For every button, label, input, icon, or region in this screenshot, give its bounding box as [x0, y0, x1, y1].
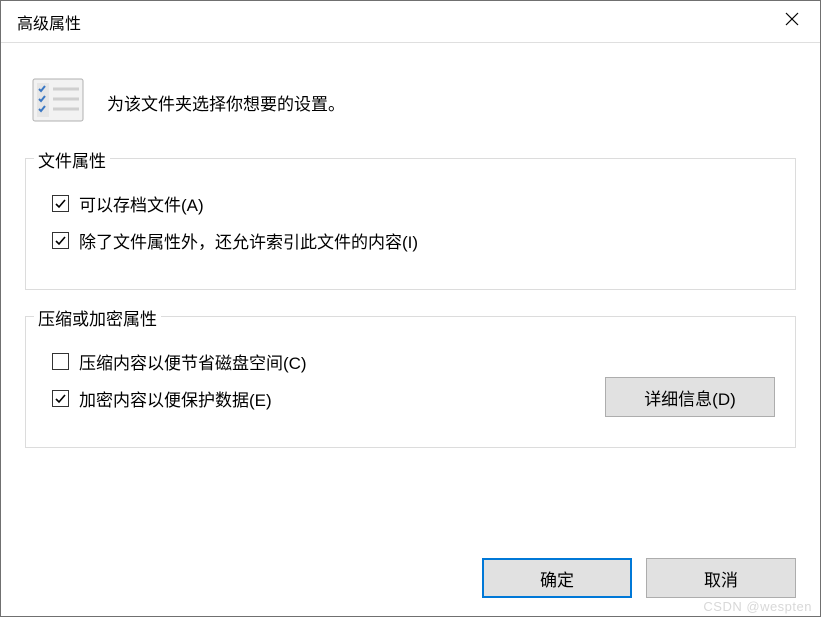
check-icon [54, 234, 67, 247]
group-legend: 压缩或加密属性 [34, 305, 161, 330]
index-checkbox[interactable] [52, 232, 69, 249]
archive-row: 可以存档文件(A) [52, 191, 775, 216]
watermark: CSDN @wespten [703, 599, 812, 614]
cancel-button[interactable]: 取消 [646, 558, 796, 598]
index-row: 除了文件属性外，还允许索引此文件的内容(I) [52, 228, 775, 253]
intro-text: 为该文件夹选择你想要的设置。 [107, 90, 345, 115]
group-legend: 文件属性 [34, 147, 110, 172]
index-label: 除了文件属性外，还允许索引此文件的内容(I) [79, 228, 418, 253]
archive-checkbox[interactable] [52, 195, 69, 212]
intro-row: 为该文件夹选择你想要的设置。 [25, 63, 796, 158]
close-icon [785, 12, 799, 31]
close-button[interactable] [764, 1, 820, 43]
ok-button[interactable]: 确定 [482, 558, 632, 598]
window-title: 高级属性 [17, 10, 81, 34]
compress-row: 压缩内容以便节省磁盘空间(C) [52, 349, 605, 374]
details-button[interactable]: 详细信息(D) [605, 377, 775, 417]
check-icon [54, 392, 67, 405]
compress-label: 压缩内容以便节省磁盘空间(C) [79, 349, 307, 374]
archive-label: 可以存档文件(A) [79, 191, 204, 216]
dialog-content: 为该文件夹选择你想要的设置。 文件属性 可以存档文件(A) 除了文件属性外，还允… [1, 43, 820, 448]
check-icon [54, 197, 67, 210]
file-attributes-group: 文件属性 可以存档文件(A) 除了文件属性外，还允许索引此文件的内容(I) [25, 158, 796, 290]
compress-checkbox[interactable] [52, 353, 69, 370]
compress-encrypt-group: 压缩或加密属性 压缩内容以便节省磁盘空间(C) 加密内容以便保护数据(E) 详细… [25, 316, 796, 448]
encrypt-checkbox[interactable] [52, 390, 69, 407]
encrypt-label: 加密内容以便保护数据(E) [79, 386, 272, 411]
encrypt-row: 加密内容以便保护数据(E) [52, 386, 605, 411]
titlebar: 高级属性 [1, 1, 820, 43]
properties-icon [31, 77, 85, 128]
button-bar: 确定 取消 [482, 558, 796, 598]
